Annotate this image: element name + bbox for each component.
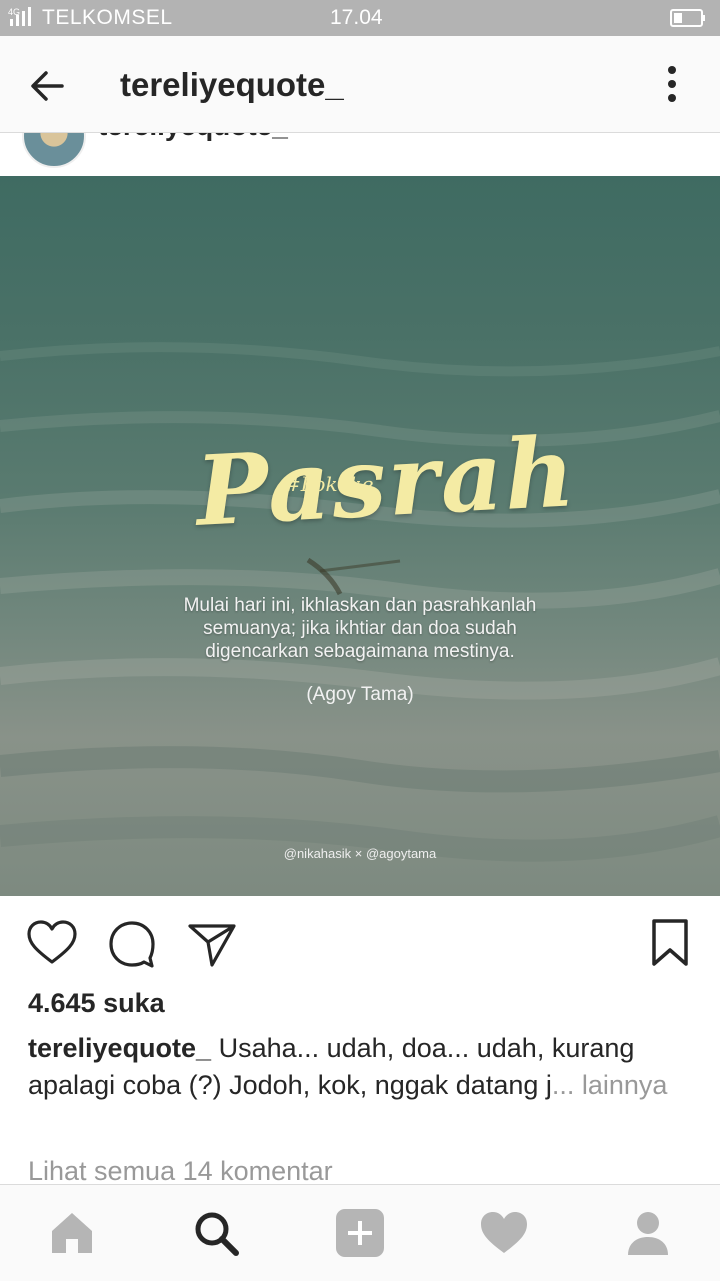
- status-time: 17.04: [330, 6, 383, 29]
- post-username[interactable]: tereliyequote_: [98, 132, 288, 142]
- carrier-name: TELKOMSEL: [42, 6, 173, 29]
- caption-more-link[interactable]: ... lainnya: [552, 1070, 668, 1100]
- activity-heart-icon[interactable]: [478, 1207, 530, 1259]
- bottom-navigation: [0, 1184, 720, 1281]
- quote-author: (Agoy Tama): [306, 684, 414, 705]
- app-header: tereliyequote_: [0, 36, 720, 133]
- bookmark-icon[interactable]: [644, 918, 696, 970]
- post-image[interactable]: Pasrah #Pokoke Mulai hari ini, ikhlaskan…: [0, 176, 720, 896]
- arrow-left-icon[interactable]: [26, 64, 70, 108]
- caption-username[interactable]: tereliyequote_: [28, 1033, 211, 1063]
- signal-icon: 4G: [8, 7, 31, 26]
- avatar[interactable]: [22, 132, 86, 168]
- likes-count[interactable]: 4.645 suka: [28, 988, 165, 1019]
- post-header: tereliyequote_: [0, 132, 720, 176]
- profile-icon[interactable]: [622, 1207, 674, 1259]
- search-icon[interactable]: [190, 1207, 242, 1259]
- heart-icon[interactable]: [26, 918, 78, 970]
- post-caption: tereliyequote_ Usaha... udah, doa... uda…: [28, 1030, 688, 1104]
- view-comments-link[interactable]: Lihat semua 14 komentar: [28, 1156, 333, 1187]
- battery-icon: [670, 9, 705, 27]
- more-vertical-icon[interactable]: [656, 60, 688, 108]
- quote-text: Mulai hari ini, ikhlaskan dan pasrahkanl…: [183, 595, 537, 662]
- add-post-icon[interactable]: [334, 1207, 386, 1259]
- comment-icon[interactable]: [106, 918, 158, 970]
- page-title: tereliyequote_: [120, 66, 344, 103]
- quote-hashtag: #Pokoke: [284, 472, 374, 496]
- status-bar: 4G TELKOMSEL 17.04: [0, 0, 720, 36]
- home-icon[interactable]: [46, 1207, 98, 1259]
- image-credit: @nikahasik × @agoytama: [283, 846, 437, 861]
- post-actions: [0, 896, 720, 988]
- share-icon[interactable]: [186, 918, 238, 970]
